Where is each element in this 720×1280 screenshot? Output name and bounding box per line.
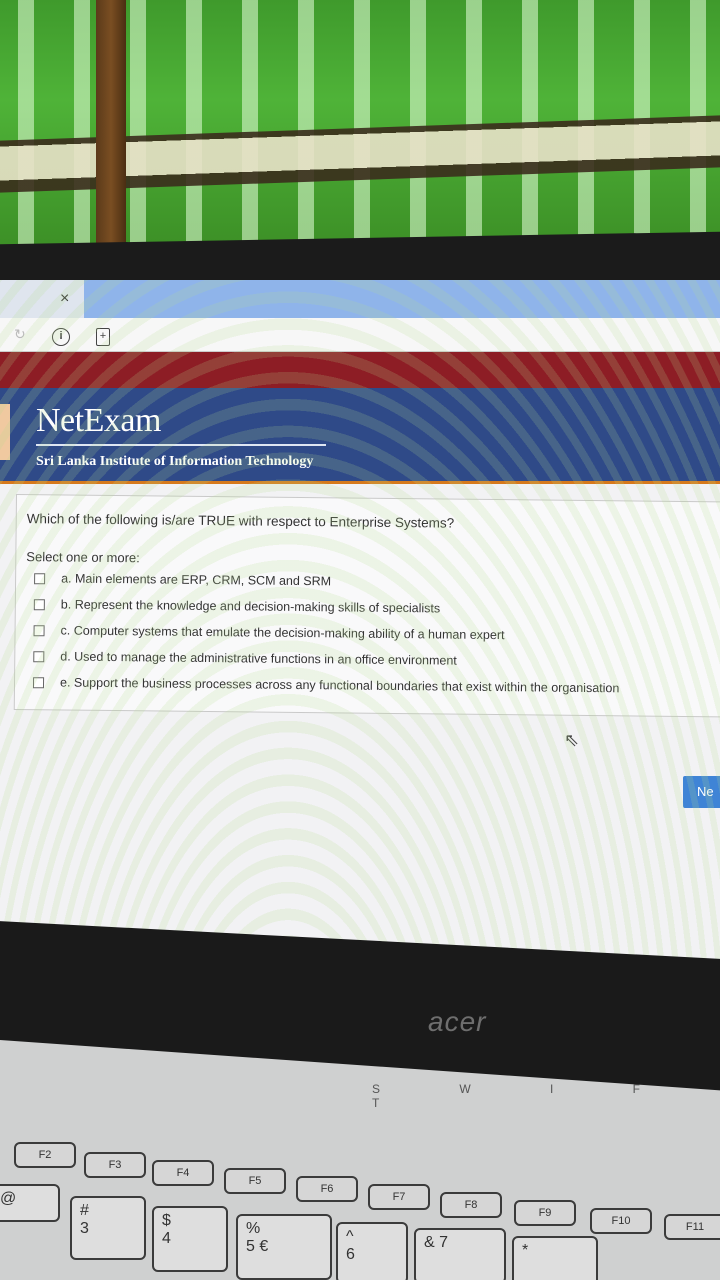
checkbox[interactable] [32, 676, 45, 688]
checkbox[interactable] [34, 572, 46, 584]
option-d[interactable]: d. Used to manage the administrative fun… [33, 649, 457, 668]
checkbox[interactable] [33, 624, 45, 636]
key-f3[interactable]: F3 [84, 1152, 146, 1178]
info-icon[interactable]: i [52, 328, 70, 346]
brand-divider [36, 444, 326, 446]
option-b[interactable]: b. Represent the knowledge and decision-… [33, 597, 441, 616]
key-6[interactable]: ^ 6 [336, 1222, 408, 1280]
question-text: Which of the following is/are TRUE with … [26, 511, 455, 531]
key-f4[interactable]: F4 [152, 1160, 214, 1186]
key-digit: 4 [162, 1230, 171, 1247]
key-digit: 6 [346, 1246, 355, 1263]
curtain-rod [96, 0, 126, 250]
key-f5[interactable]: F5 [224, 1168, 286, 1194]
browser-tab-active[interactable] [84, 280, 720, 318]
laptop-screen: × ↻ i + NetExam Sri Lanka Institute of I… [0, 280, 720, 970]
option-label: d. Used to manage the administrative fun… [60, 649, 457, 668]
indicator-lights: S W I F T [372, 1082, 678, 1110]
key-symbol: & [424, 1234, 435, 1251]
key-digit: 7 [439, 1234, 449, 1251]
key-f8[interactable]: F8 [440, 1192, 502, 1218]
key-f7[interactable]: F7 [368, 1184, 430, 1210]
option-e[interactable]: e. Support the business processes across… [32, 675, 620, 696]
laptop-logo: acer [428, 1006, 487, 1037]
key-symbol: % [246, 1220, 261, 1237]
key-f2[interactable]: F2 [14, 1142, 76, 1168]
mouse-pointer-icon: ⇖ [564, 730, 580, 750]
key-digit: 5 [246, 1238, 255, 1255]
institute-name: Sri Lanka Institute of Information Techn… [36, 454, 314, 469]
key-3[interactable]: # 3 [70, 1196, 146, 1260]
next-button[interactable]: Ne [683, 776, 720, 808]
option-label: a. Main elements are ERP, CRM, SCM and S… [61, 571, 332, 589]
site-header: NetExam Sri Lanka Institute of Informati… [0, 388, 720, 484]
top-band [0, 352, 720, 388]
question-card: Which of the following is/are TRUE with … [13, 494, 720, 718]
checkbox[interactable] [33, 598, 45, 610]
key-f11[interactable]: F11 [664, 1214, 720, 1240]
key-8[interactable]: * [512, 1236, 598, 1280]
key-euro: € [259, 1238, 269, 1255]
key-symbol: $ [162, 1212, 171, 1229]
question-prompt: Select one or more: [26, 549, 140, 566]
option-label: c. Computer systems that emulate the dec… [60, 623, 505, 643]
key-symbol: ^ [346, 1228, 354, 1245]
option-label: b. Represent the knowledge and decision-… [60, 597, 441, 616]
reload-icon[interactable]: ↻ [14, 326, 26, 343]
key-4[interactable]: $ 4 [152, 1206, 228, 1272]
close-icon[interactable]: × [60, 290, 69, 308]
option-a[interactable]: a. Main elements are ERP, CRM, SCM and S… [34, 571, 331, 588]
checkbox[interactable] [33, 650, 45, 662]
add-page-icon[interactable]: + [96, 328, 110, 346]
key-f9[interactable]: F9 [514, 1200, 576, 1226]
option-label: e. Support the business processes across… [59, 675, 620, 696]
brand-title: NetExam [36, 402, 161, 439]
key-f10[interactable]: F10 [590, 1208, 652, 1234]
key-symbol: # [80, 1202, 89, 1219]
key-at[interactable]: @ [0, 1184, 60, 1222]
key-f6[interactable]: F6 [296, 1176, 358, 1202]
logo-icon [0, 404, 10, 460]
key-5[interactable]: % 5 € [236, 1214, 332, 1280]
key-7[interactable]: & 7 [414, 1228, 506, 1280]
key-digit: 3 [80, 1220, 89, 1237]
option-c[interactable]: c. Computer systems that emulate the dec… [33, 623, 505, 643]
